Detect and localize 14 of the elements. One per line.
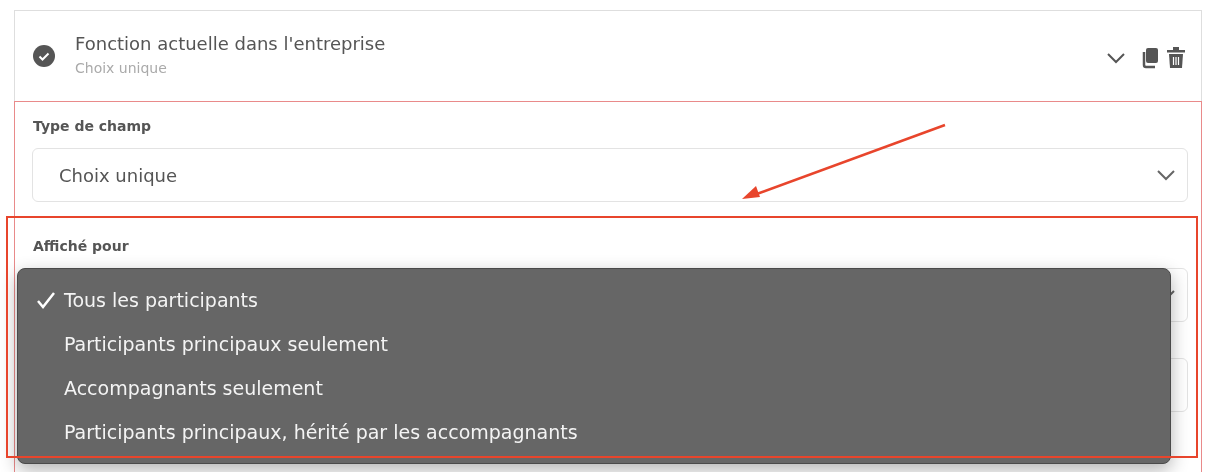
field-label: Affiché pour xyxy=(33,238,129,254)
select-field[interactable]: Choix unique xyxy=(32,148,1188,202)
trash-icon[interactable] xyxy=(1167,47,1185,69)
menu-option[interactable]: Participants principaux seulement xyxy=(64,333,388,355)
menu-option[interactable]: Tous les participants xyxy=(64,289,258,311)
field-label: Type de champ xyxy=(33,118,152,134)
check-circle-icon xyxy=(33,45,55,67)
menu-option[interactable]: Participants principaux, hérité par les accompagnants xyxy=(64,421,578,443)
question-title: Fonction actuelle dans l'entreprise xyxy=(75,32,387,54)
chevron-down-icon xyxy=(1157,169,1175,181)
question-type: Choix unique xyxy=(75,59,168,76)
copy-icon[interactable] xyxy=(1141,47,1159,69)
menu-option[interactable]: Accompagnants seulement xyxy=(64,377,323,399)
chevron-down-icon[interactable] xyxy=(1107,52,1125,64)
